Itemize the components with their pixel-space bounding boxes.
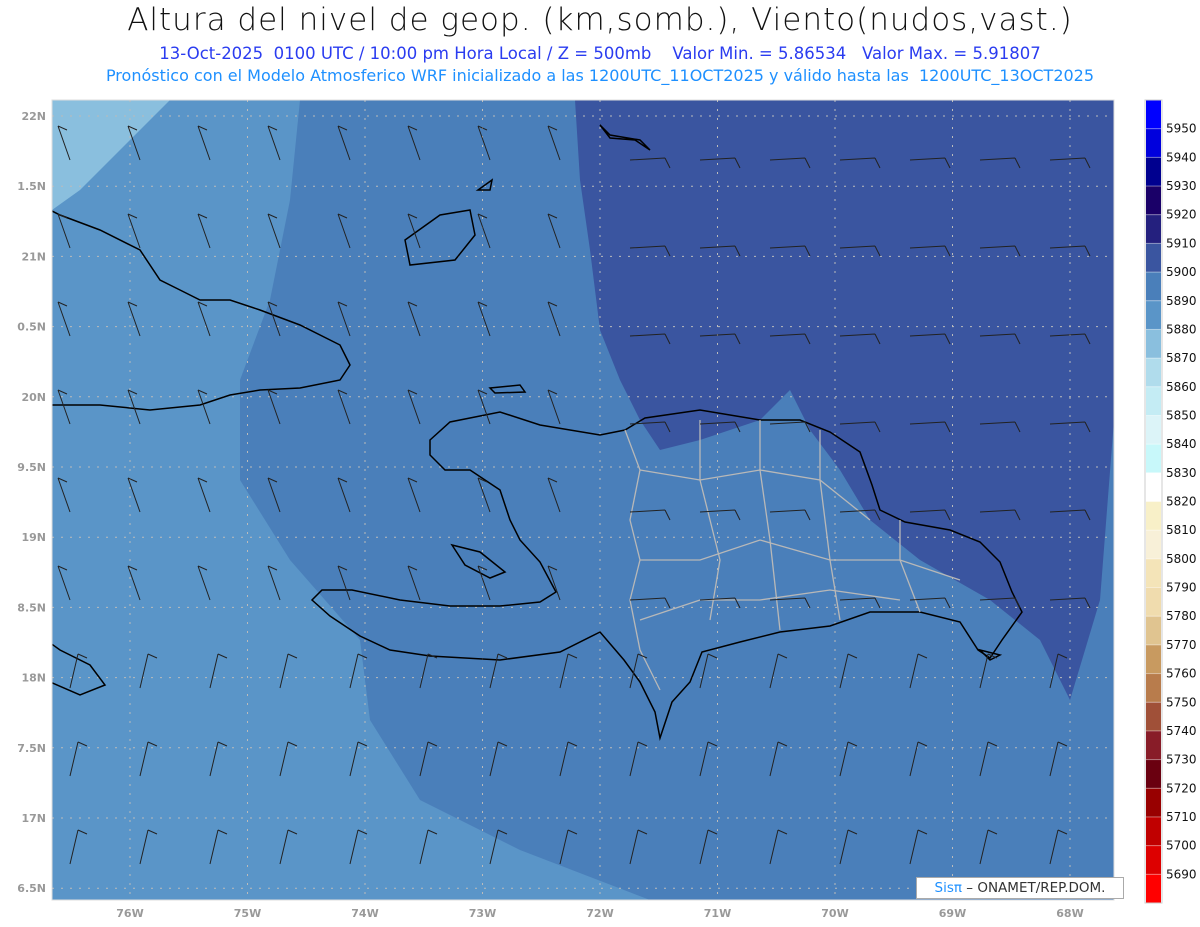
colorbar-label: 5690 — [1166, 867, 1197, 881]
colorbar-bin — [1146, 100, 1161, 129]
logo-org: – ONAMET/REP.DOM. — [962, 880, 1106, 896]
colorbar-bin — [1146, 816, 1161, 846]
colorbar-bin — [1146, 300, 1161, 330]
colorbar-bin — [1146, 329, 1161, 359]
colorbar-bin — [1146, 587, 1161, 617]
lat-label: 17N — [21, 812, 46, 825]
colorbar-bin — [1146, 501, 1161, 531]
colorbar-label: 5950 — [1166, 122, 1197, 136]
colorbar-label: 5800 — [1166, 552, 1197, 566]
colorbar-label: 5700 — [1166, 839, 1197, 853]
lat-label: 1.5N — [17, 180, 46, 193]
lat-label: 7.5N — [17, 742, 46, 755]
colorbar-label: 5740 — [1166, 724, 1197, 738]
latitude-labels: 22N 1.5N 21N 0.5N 20N 9.5N 19N 8.5N 18N 7.5N 17N 6.… — [17, 110, 46, 895]
colorbar-bin — [1146, 845, 1161, 875]
lat-label: 8.5N — [17, 601, 46, 614]
colorbar-bin — [1146, 730, 1161, 760]
colorbar-label: 5920 — [1166, 208, 1197, 222]
lon-label: 68W — [1056, 907, 1083, 920]
logo-brand: Sisπ — [934, 880, 962, 896]
map-canvas: 76W 75W 74W 73W 72W 71W 70W 69W 68W 22N 1.5N 21N 0.… — [17, 99, 1197, 920]
geopotential-shading — [52, 100, 1114, 900]
lat-label: 6.5N — [17, 882, 46, 895]
colorbar-label: 5940 — [1166, 150, 1197, 164]
colorbar-label: 5790 — [1166, 581, 1197, 595]
lon-label: 73W — [469, 907, 496, 920]
colorbar-label: 5870 — [1166, 351, 1197, 365]
lat-label: 21N — [21, 250, 46, 263]
lon-label: 74W — [351, 907, 378, 920]
lon-label: 76W — [116, 907, 143, 920]
colorbar: 5950 5940 5930 5920 5910 5900 5890 5880 5870 5860… — [1144, 99, 1197, 904]
lat-label: 22N — [21, 110, 46, 123]
colorbar-label: 5830 — [1166, 466, 1197, 480]
colorbar-bin — [1146, 186, 1161, 215]
colorbar-label: 5860 — [1166, 380, 1197, 394]
colorbar-label: 5880 — [1166, 322, 1197, 336]
colorbar-bin — [1146, 558, 1161, 588]
colorbar-bin — [1146, 243, 1161, 273]
colorbar-bin — [1146, 415, 1161, 445]
colorbar-bin — [1146, 128, 1161, 158]
colorbar-bin — [1146, 616, 1161, 645]
colorbar-bin — [1146, 874, 1161, 903]
colorbar-bin — [1146, 444, 1161, 473]
colorbar-bin — [1146, 788, 1161, 817]
lon-label: 70W — [821, 907, 848, 920]
colorbar-label: 5760 — [1166, 667, 1197, 681]
colorbar-bin — [1146, 759, 1161, 789]
lon-label: 72W — [586, 907, 613, 920]
colorbar-bin — [1146, 673, 1161, 703]
lon-label: 75W — [234, 907, 261, 920]
colorbar-bin — [1146, 214, 1161, 244]
colorbar-label: 5900 — [1166, 265, 1197, 279]
colorbar-bin — [1146, 702, 1161, 731]
lat-label: 18N — [21, 672, 46, 685]
colorbar-bin — [1146, 157, 1161, 187]
lat-label: 19N — [21, 531, 46, 544]
map-subtitle: 13-Oct-2025 0100 UTC / 10:00 pm Hora Loc… — [159, 44, 1041, 63]
colorbar-bin — [1146, 530, 1161, 559]
colorbar-label: 5820 — [1166, 495, 1197, 509]
colorbar-label: 5890 — [1166, 294, 1197, 308]
colorbar-label: 5770 — [1166, 638, 1197, 652]
colorbar-label: 5840 — [1166, 437, 1197, 451]
colorbar-label: 5910 — [1166, 236, 1197, 250]
lat-label: 20N — [21, 391, 46, 404]
colorbar-label: 5780 — [1166, 609, 1197, 623]
onamet-logo: Sisπ – ONAMET/REP.DOM. — [916, 877, 1124, 899]
map-title: Altura del nivel de geop. (km,somb.), Vi… — [127, 2, 1073, 38]
lat-label: 9.5N — [17, 461, 46, 474]
colorbar-bin — [1146, 386, 1161, 416]
colorbar-label: 5750 — [1166, 695, 1197, 709]
colorbar-bin — [1146, 472, 1161, 502]
colorbar-label: 5710 — [1166, 810, 1197, 824]
colorbar-bin — [1146, 272, 1161, 301]
colorbar-label: 5720 — [1166, 781, 1197, 795]
colorbar-label: 5810 — [1166, 523, 1197, 537]
colorbar-label: 5730 — [1166, 753, 1197, 767]
colorbar-bin — [1146, 644, 1161, 674]
lat-label: 0.5N — [17, 321, 46, 334]
colorbar-label: 5930 — [1166, 179, 1197, 193]
model-info: Pronóstico con el Modelo Atmosferico WRF… — [105, 66, 1095, 85]
colorbar-bin — [1146, 358, 1161, 387]
colorbar-label: 5850 — [1166, 408, 1197, 422]
lon-label: 69W — [939, 907, 966, 920]
lon-label: 71W — [704, 907, 731, 920]
longitude-labels: 76W 75W 74W 73W 72W 71W 70W 69W 68W — [116, 907, 1083, 920]
